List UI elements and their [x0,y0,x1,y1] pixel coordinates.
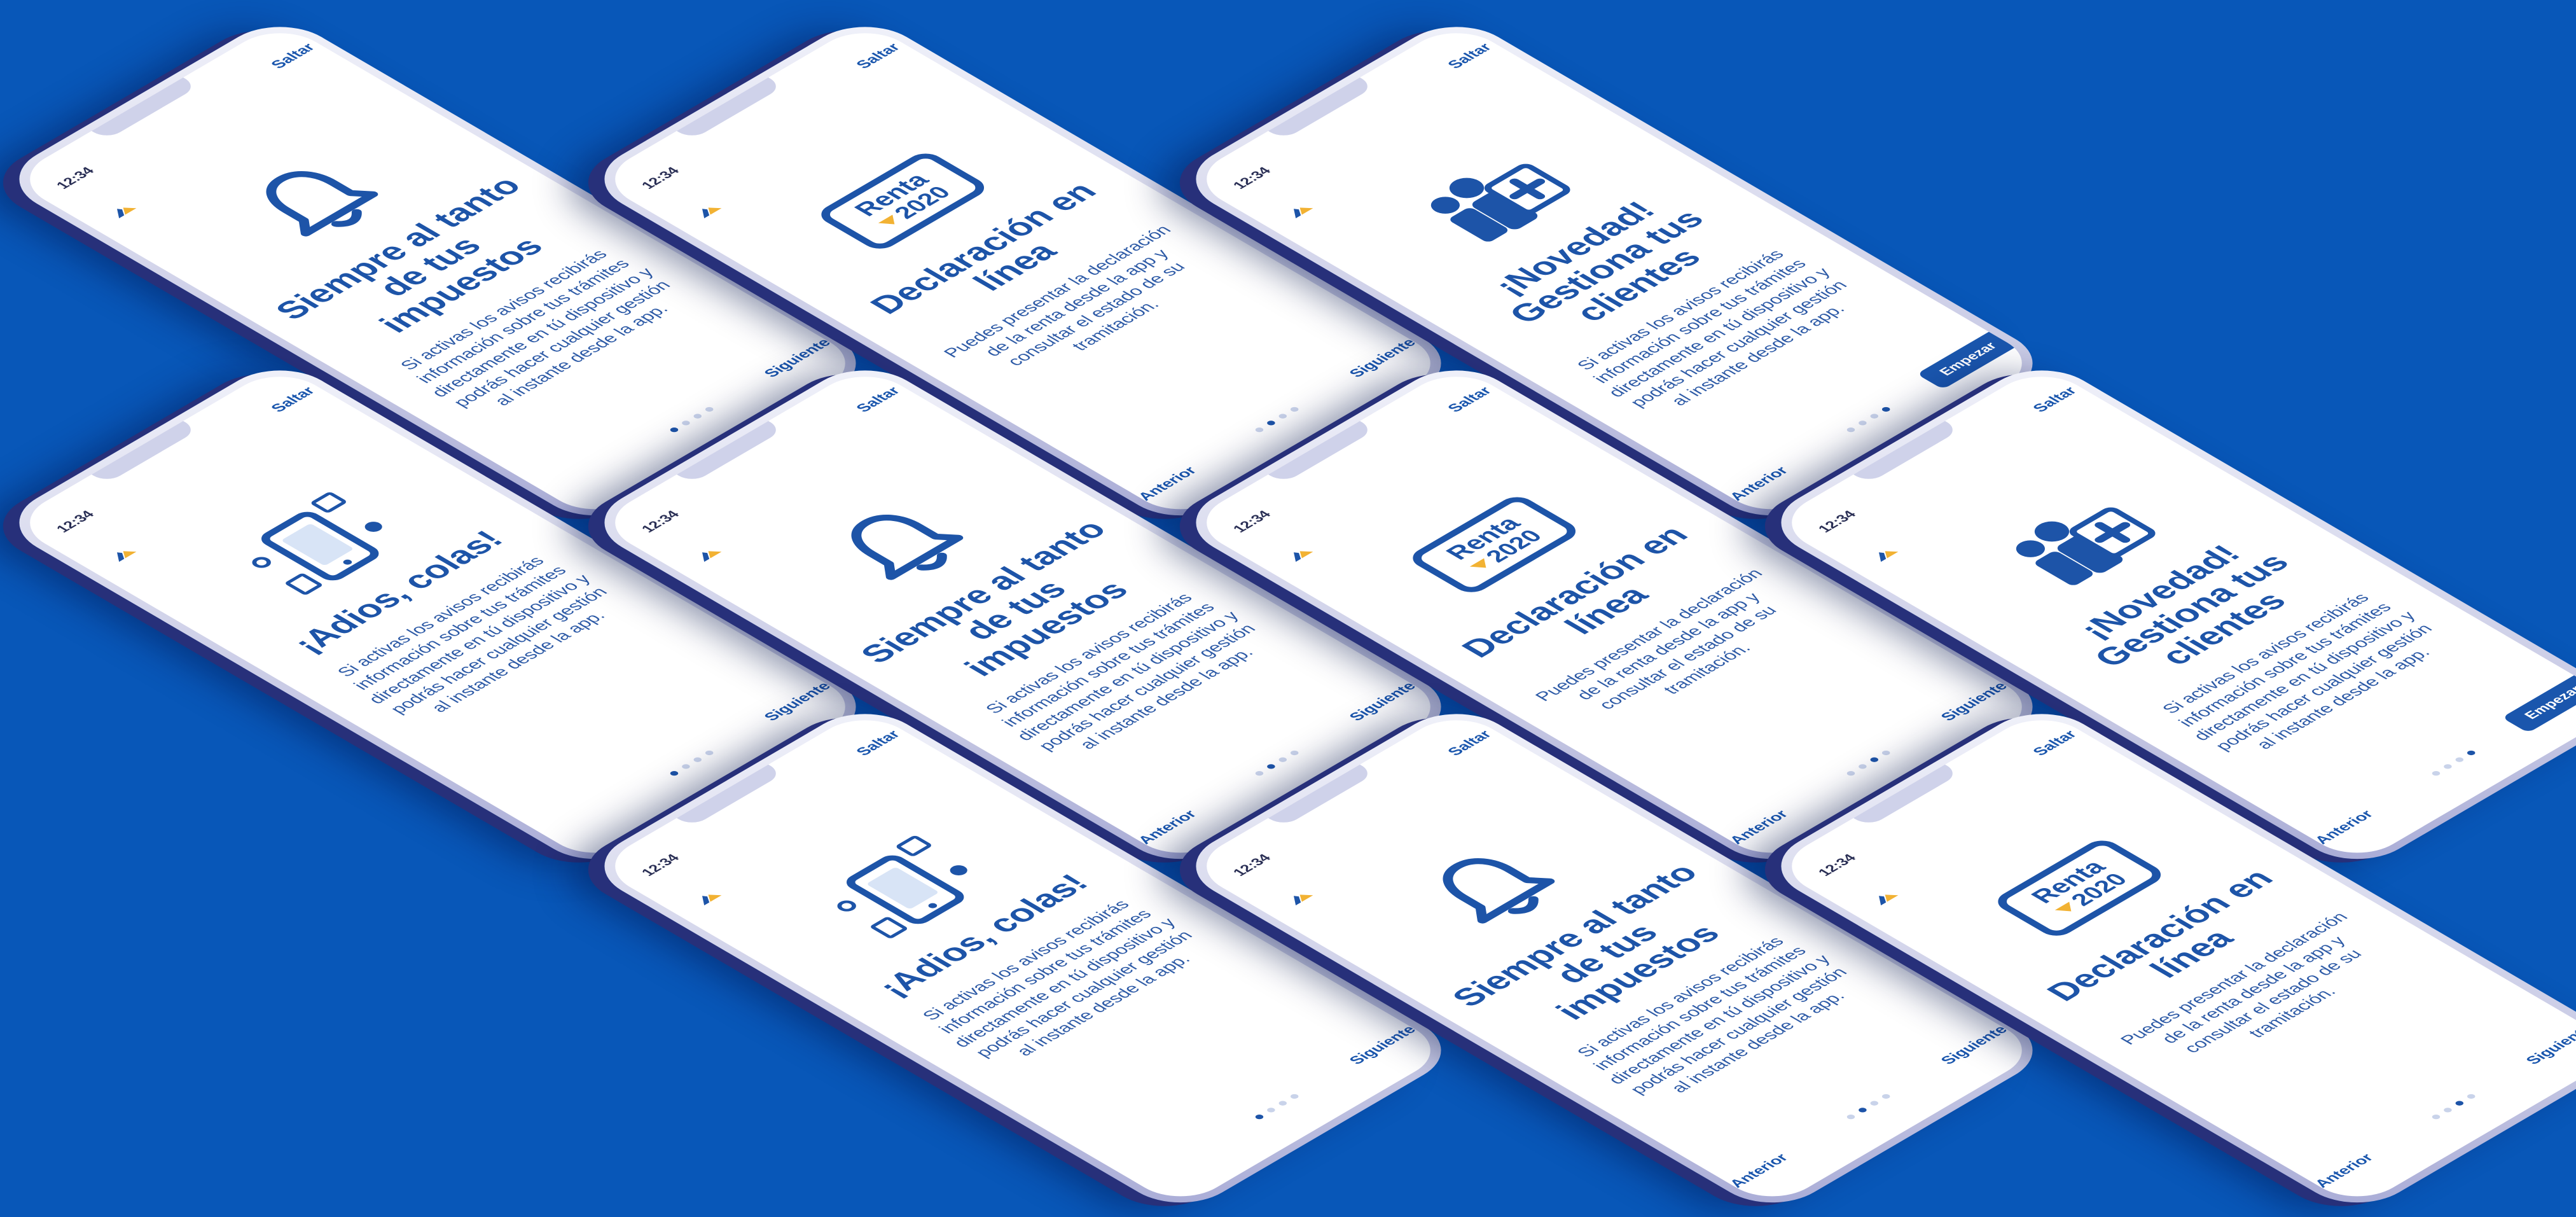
page-dot[interactable] [1845,426,1857,433]
page-dot[interactable] [2430,1113,2442,1120]
page-dot[interactable] [1869,1100,1880,1107]
page-dot[interactable] [1869,756,1880,763]
page-dot[interactable] [680,419,692,427]
page-dot[interactable] [2442,763,2454,770]
previous-button[interactable]: Anterior [1725,807,1792,847]
status-bar-time: 12:34 [638,508,683,535]
page-dot[interactable] [1857,1106,1869,1114]
status-bar-time: 12:34 [1229,852,1275,879]
skip-button[interactable]: Saltar [1443,384,1496,415]
status-bar-time: 12:34 [53,165,98,191]
slide-content: ¡Adios, colas! Si activas los avisos rec… [670,792,1197,1069]
page-indicator [1254,406,1300,433]
status-bar-time: 12:34 [1815,852,1860,879]
previous-button[interactable]: Anterior [1133,464,1201,503]
page-dot[interactable] [2454,1100,2465,1107]
page-dot[interactable] [1265,419,1277,427]
status-bar-time: 12:34 [1229,508,1275,535]
skip-button[interactable]: Saltar [267,41,319,71]
status-bar-time: 12:34 [1815,508,1860,535]
page-dot[interactable] [1289,1093,1300,1100]
status-bar-time: 12:34 [638,852,683,879]
page-dot[interactable] [668,426,680,433]
page-dot[interactable] [1880,406,1892,413]
page-dot[interactable] [1857,763,1869,770]
previous-button[interactable]: Anterior [1725,464,1792,503]
phone-notch [89,419,198,483]
page-indicator [668,406,715,433]
skip-button[interactable]: Saltar [852,384,904,415]
previous-button[interactable]: Anterior [1725,1151,1792,1190]
page-dot[interactable] [1277,1100,1289,1107]
page-indicator [1254,749,1300,777]
page-dot[interactable] [1289,749,1300,756]
page-indicator [1254,1093,1300,1120]
page-indicator [1845,1093,1892,1120]
page-dot[interactable] [668,770,680,777]
skip-button[interactable]: Saltar [1443,728,1496,758]
page-dot[interactable] [1289,406,1300,413]
page-indicator [1845,406,1892,433]
skip-button[interactable]: Saltar [852,728,904,758]
page-dot[interactable] [1254,1113,1265,1120]
page-indicator [2430,1093,2477,1120]
page-indicator [2430,749,2477,777]
status-bar-time: 12:34 [638,165,683,191]
page-dot[interactable] [2465,749,2477,756]
slide-content: ¡Adios, colas! Si activas los avisos rec… [85,449,612,725]
page-dot[interactable] [692,756,703,763]
page-dot[interactable] [1880,749,1892,756]
page-dot[interactable] [1254,426,1265,433]
page-dot[interactable] [692,413,703,420]
page-dot[interactable] [1277,756,1289,763]
skip-button[interactable]: Saltar [2028,384,2081,415]
page-dot[interactable] [2442,1106,2454,1114]
previous-button[interactable]: Anterior [2310,807,2378,847]
phone-notch [89,76,198,140]
page-dot[interactable] [1265,763,1277,770]
page-dot[interactable] [2430,770,2442,777]
skip-button[interactable]: Saltar [1443,41,1496,71]
page-dot[interactable] [1845,1113,1857,1120]
skip-button[interactable]: Saltar [852,41,904,71]
page-dot[interactable] [1880,1093,1892,1100]
page-dot[interactable] [2465,1093,2477,1100]
page-dot[interactable] [1845,770,1857,777]
page-dot[interactable] [1869,413,1880,420]
phone-notch [1266,76,1375,140]
skip-button[interactable]: Saltar [2028,728,2081,758]
previous-button[interactable]: Anterior [1133,807,1201,847]
page-dot[interactable] [1857,419,1869,427]
status-bar-time: 12:34 [53,508,98,535]
phone-notch [674,76,784,140]
page-indicator [1845,749,1892,777]
page-dot[interactable] [1277,413,1289,420]
renta-2020-logo: Renta 2020 [1990,836,2169,940]
page-dot[interactable] [703,406,715,413]
skip-button[interactable]: Saltar [267,384,319,415]
slide-content: Siempre al tanto de tus impuestos Si act… [85,105,675,410]
status-bar-time: 12:34 [1229,165,1275,191]
previous-button[interactable]: Anterior [2310,1151,2378,1190]
page-dot[interactable] [1254,770,1265,777]
page-dot[interactable] [703,749,715,756]
page-dot[interactable] [1265,1106,1277,1114]
page-dot[interactable] [2454,756,2465,763]
renta-2020-logo: Renta 2020 [1405,492,1584,597]
renta-2020-logo: Renta 2020 [814,149,992,253]
page-indicator [668,749,715,777]
page-dot[interactable] [680,763,692,770]
